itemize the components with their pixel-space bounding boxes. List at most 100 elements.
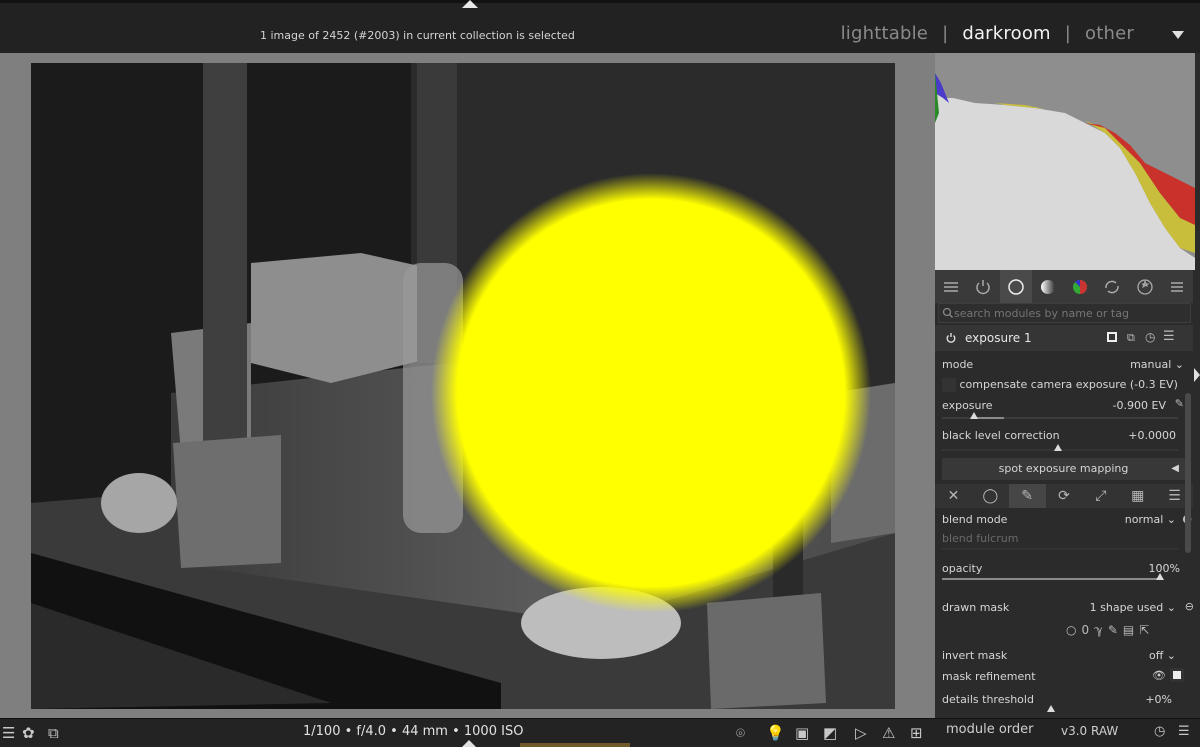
reset-icon[interactable]: ◷ [1145, 330, 1155, 344]
effect-group-icon[interactable] [1129, 270, 1161, 303]
collapse-bottom-panel-arrow-icon[interactable] [462, 740, 476, 747]
softproof-icon[interactable]: ▣ [795, 724, 809, 742]
view-lighttable[interactable]: lighttable [841, 23, 928, 44]
invert-mask-value[interactable]: off ⌄ [1149, 649, 1176, 662]
lightbulb-icon[interactable]: 💡 [766, 724, 785, 742]
exif-info: 1/100 • f/4.0 • 44 mm • 1000 ISO [303, 724, 524, 739]
details-threshold-row[interactable]: details threshold +0% [942, 693, 1184, 706]
multi-instance-icon[interactable]: ⧉ [1127, 331, 1135, 345]
module-power-icon[interactable] [945, 332, 957, 344]
blend-raster-icon[interactable]: ▦ [1119, 484, 1156, 508]
circle-shape-icon[interactable]: ○ [1066, 623, 1081, 637]
view-separator: | [942, 23, 949, 44]
focus-peaking-icon[interactable]: ⌾ [736, 724, 745, 742]
quick-access-icon[interactable] [935, 270, 967, 303]
search-input[interactable] [954, 306, 1184, 320]
blend-fulcrum-slider[interactable] [942, 548, 1178, 550]
collapse-top-panel-arrow-icon[interactable] [462, 0, 478, 8]
view-switcher: lighttable | darkroom | other [841, 23, 1134, 44]
drawn-mask-row[interactable]: drawn mask 1 shape used ⌄ ⊖ [942, 600, 1194, 614]
module-order-presets-icon[interactable]: ☰ [1178, 724, 1190, 739]
active-modules-power-icon[interactable] [967, 270, 999, 303]
styles-icon[interactable]: ✿ [22, 724, 35, 742]
filmstrip-hint [520, 743, 630, 747]
opacity-label: opacity [942, 562, 983, 575]
view-dropdown-icon[interactable] [1172, 31, 1184, 39]
mask-shape-tools: ○0ℽ✎▤⇱ [1066, 623, 1154, 637]
view-darkroom[interactable]: darkroom [962, 23, 1050, 44]
top-bar: 1 image of 2452 (#2003) in current colle… [0, 0, 1200, 53]
image-canvas[interactable] [0, 53, 935, 718]
gamut-check-icon[interactable]: ◩ [823, 724, 837, 742]
module-order-reset-icon[interactable]: ◷ [1154, 724, 1165, 739]
exposure-module-header[interactable]: exposure 1 ⧉ ◷ ☰ [935, 325, 1193, 351]
blend-mode-row[interactable]: blend mode normal ⌄ ◐ [942, 512, 1192, 526]
exposure-slider[interactable] [942, 412, 1178, 419]
drawn-mask-value[interactable]: 1 shape used ⌄ [1090, 601, 1176, 614]
view-other[interactable]: other [1085, 23, 1134, 44]
overexposed-warning-icon[interactable]: ⚠ [882, 724, 895, 742]
blend-parametric-icon[interactable]: ⟳ [1046, 484, 1083, 508]
search-icon [942, 307, 953, 318]
second-window-icon[interactable]: ⧉ [48, 724, 59, 742]
menu-icon[interactable]: ☰ [2, 724, 15, 742]
drawn-mask-label: drawn mask [942, 601, 1010, 614]
path-shape-icon[interactable]: ℽ [1094, 623, 1108, 637]
module-presets-icon[interactable]: ☰ [1163, 329, 1175, 344]
blend-uniform-icon[interactable]: ◯ [972, 484, 1009, 508]
presets-menu-icon[interactable] [1161, 270, 1193, 303]
black-level-row[interactable]: black level correction +0.0000 [942, 429, 1184, 442]
photo-preview[interactable] [31, 63, 895, 709]
collection-status: 1 image of 2452 (#2003) in current colle… [260, 29, 575, 42]
grid-icon[interactable]: ⊞ [910, 724, 923, 742]
display-mask-icon[interactable] [1170, 668, 1184, 682]
guides-icon[interactable]: ▷ [855, 724, 867, 742]
mode-label: mode [942, 358, 974, 371]
opacity-slider-marker[interactable] [1156, 573, 1164, 580]
mode-row[interactable]: mode manual ⌄ [942, 358, 1184, 371]
show-mask-eye-icon[interactable]: 👁 [1152, 669, 1166, 682]
mask-toggle-icon[interactable] [1107, 332, 1117, 342]
black-level-slider-marker[interactable] [1054, 444, 1062, 451]
right-panel: exposure 1 ⧉ ◷ ☰ mode manual ⌄ compensat… [935, 53, 1200, 718]
brush-shape-icon[interactable]: ✎ [1108, 623, 1123, 637]
compensate-row[interactable]: compensate camera exposure (-0.3 EV) [942, 378, 1184, 392]
module-name: exposure 1 [965, 331, 1032, 345]
ellipse-shape-icon[interactable]: 0 [1081, 623, 1094, 637]
exposure-row[interactable]: exposure -0.900 EV ✎ [942, 397, 1184, 412]
blend-drawn-mask-icon[interactable]: ✎ [1008, 484, 1046, 508]
color-group-icon[interactable] [1064, 270, 1096, 303]
opacity-value[interactable]: 100% [1149, 562, 1180, 575]
opacity-slider[interactable] [942, 573, 1164, 580]
module-search-bar [938, 303, 1191, 323]
tone-group-icon[interactable] [1032, 270, 1064, 303]
histogram[interactable] [935, 53, 1195, 270]
remove-mask-icon[interactable]: ⊖ [1185, 600, 1194, 613]
blend-fulcrum-row[interactable]: blend fulcrum [942, 532, 1184, 545]
collapse-right-panel-arrow-icon[interactable] [1194, 368, 1200, 382]
compensate-label: compensate camera exposure (-0.3 EV) [959, 378, 1178, 391]
opacity-row[interactable]: opacity 100% [942, 562, 1184, 575]
black-level-slider[interactable] [942, 444, 1178, 451]
blend-drawn-parametric-icon[interactable]: ⤢ [1082, 484, 1119, 508]
exposure-slider-marker[interactable] [970, 412, 978, 419]
base-group-circle-icon[interactable] [999, 270, 1032, 303]
details-threshold-label: details threshold [942, 693, 1034, 706]
panel-scrollbar[interactable] [1185, 393, 1191, 553]
module-order-value[interactable]: v3.0 RAW [1061, 724, 1118, 738]
details-threshold-value[interactable]: +0% [1145, 693, 1172, 706]
edit-mask-icon[interactable]: ⇱ [1139, 623, 1154, 637]
exposure-value[interactable]: -0.900 EV [1113, 399, 1166, 412]
black-level-value[interactable]: +0.0000 [1128, 429, 1176, 442]
correct-group-icon[interactable] [1096, 270, 1128, 303]
gradient-shape-icon[interactable]: ▤ [1123, 623, 1139, 637]
blend-off-icon[interactable]: ✕ [935, 484, 972, 508]
mode-value[interactable]: manual ⌄ [1130, 358, 1184, 371]
compensate-checkbox[interactable] [942, 378, 956, 392]
histogram-graph [935, 53, 1195, 270]
blend-mode-value[interactable]: normal ⌄ [1125, 513, 1176, 526]
color-picker-icon[interactable]: ✎ [1175, 397, 1184, 410]
spot-exposure-mapping-button[interactable]: spot exposure mapping ◀ [942, 458, 1185, 480]
details-threshold-slider-marker[interactable] [1047, 705, 1055, 712]
invert-mask-row[interactable]: invert mask off ⌄ [942, 649, 1184, 662]
